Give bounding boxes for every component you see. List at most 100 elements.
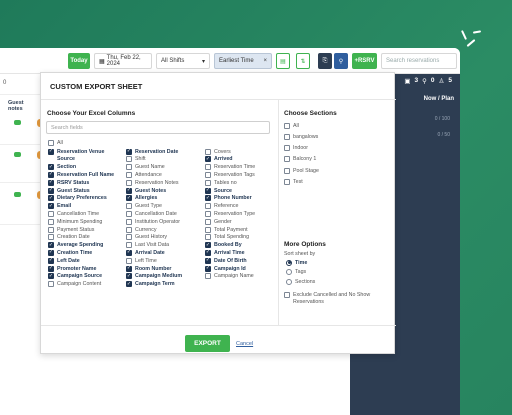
- column-checkbox[interactable]: ✓ Allergies: [126, 195, 157, 202]
- column-checkbox[interactable]: Reservation Type: [205, 210, 255, 217]
- checkmark-icon[interactable]: ✓: [205, 249, 211, 256]
- column-checkbox[interactable]: ✓ Email: [48, 203, 71, 210]
- checkbox[interactable]: [284, 133, 290, 140]
- column-checkbox[interactable]: Cancellation Date: [126, 210, 177, 217]
- column-checkbox[interactable]: Reservation Time: [205, 164, 255, 171]
- checkmark-icon[interactable]: ✓: [48, 195, 54, 202]
- export-button[interactable]: EXPORT: [185, 335, 230, 352]
- column-checkbox[interactable]: ✓ Average Spending: [48, 242, 103, 249]
- column-checkbox[interactable]: Reservation Notes: [126, 179, 179, 186]
- shift-select[interactable]: All Shifts ▾: [156, 53, 210, 69]
- checkmark-icon[interactable]: ✓: [205, 187, 211, 194]
- column-checkbox[interactable]: Creation Date: [48, 234, 90, 241]
- column-checkbox[interactable]: Guest History: [126, 234, 167, 241]
- column-checkbox[interactable]: ✓ Arrival Date: [126, 249, 165, 256]
- column-checkbox[interactable]: ✓ Reservation Venue: [48, 148, 104, 155]
- checkmark-icon[interactable]: ✓: [48, 171, 54, 178]
- column-checkbox[interactable]: ✓ Room Number: [126, 265, 172, 272]
- checkbox[interactable]: [205, 234, 211, 241]
- checkbox[interactable]: [126, 234, 132, 241]
- checkmark-icon[interactable]: ✓: [126, 249, 132, 256]
- checkmark-icon[interactable]: ✓: [48, 187, 54, 194]
- checkbox[interactable]: [48, 234, 54, 241]
- checkmark-icon[interactable]: ✓: [205, 156, 211, 163]
- column-checkbox[interactable]: Payment Status: [48, 226, 94, 233]
- checkbox[interactable]: [126, 218, 132, 225]
- checkmark-icon[interactable]: ✓: [48, 203, 54, 210]
- chat-icon[interactable]: ▤: [276, 53, 290, 69]
- checkmark-icon[interactable]: ✓: [126, 265, 132, 272]
- column-checkbox[interactable]: Reservation Tags: [205, 171, 255, 178]
- export-icon[interactable]: ⎘: [318, 53, 332, 69]
- note-icon[interactable]: [14, 152, 21, 157]
- checkbox[interactable]: [126, 164, 132, 171]
- column-checkbox[interactable]: ✓ Promoter Name: [48, 265, 96, 272]
- column-checkbox[interactable]: Last Visit Data: [126, 242, 169, 249]
- column-checkbox[interactable]: ✓ Reservation Date: [126, 148, 178, 155]
- checkbox[interactable]: [48, 139, 54, 146]
- checkbox[interactable]: [126, 257, 132, 264]
- checkbox[interactable]: [126, 156, 132, 163]
- checkbox[interactable]: [284, 156, 290, 163]
- column-checkbox[interactable]: Gender: [205, 218, 232, 225]
- column-checkbox[interactable]: Shift: [126, 156, 146, 163]
- checkmark-icon[interactable]: ✓: [48, 249, 54, 256]
- cancel-link[interactable]: Cancel: [236, 341, 253, 347]
- column-checkbox[interactable]: Minimum Spending: [48, 218, 102, 225]
- checkbox[interactable]: [48, 210, 54, 217]
- column-checkbox[interactable]: ✓ Dietary Preferences: [48, 195, 107, 202]
- note-icon[interactable]: [14, 192, 21, 197]
- date-picker[interactable]: ▦ Thu, Feb 22, 2024: [94, 53, 152, 69]
- checkmark-icon[interactable]: ✓: [48, 265, 54, 272]
- column-checkbox[interactable]: Total Spending: [205, 234, 249, 241]
- checkbox[interactable]: [284, 145, 290, 152]
- checkbox[interactable]: [205, 148, 211, 155]
- checkbox[interactable]: [205, 164, 211, 171]
- section-checkbox[interactable]: All: [284, 122, 299, 129]
- field-search-input[interactable]: Search fields: [46, 121, 270, 134]
- column-checkbox[interactable]: ✓ Section: [48, 164, 76, 171]
- checkbox[interactable]: [205, 218, 211, 225]
- close-icon[interactable]: ×: [263, 58, 267, 64]
- checkbox[interactable]: [48, 226, 54, 233]
- checkbox[interactable]: [205, 226, 211, 233]
- checkmark-icon[interactable]: ✓: [205, 195, 211, 202]
- checkbox[interactable]: [48, 281, 54, 288]
- column-checkbox[interactable]: Attendance: [126, 171, 162, 178]
- checkmark-icon[interactable]: ✓: [205, 265, 211, 272]
- column-checkbox[interactable]: Guest Type: [126, 203, 162, 210]
- checkbox[interactable]: [205, 171, 211, 178]
- checkmark-icon[interactable]: ✓: [205, 257, 211, 264]
- column-checkbox[interactable]: Reference: [205, 203, 238, 210]
- checkmark-icon[interactable]: ✓: [126, 148, 132, 155]
- checkmark-icon[interactable]: ✓: [48, 242, 54, 249]
- column-checkbox[interactable]: ✓ Guest Status: [48, 187, 90, 194]
- checkbox[interactable]: [126, 179, 132, 186]
- column-checkbox[interactable]: ✓ Arrived: [205, 156, 233, 163]
- checkbox[interactable]: [205, 210, 211, 217]
- column-checkbox[interactable]: ✓ Date Of Birth: [205, 257, 247, 264]
- checkmark-icon[interactable]: ✓: [48, 273, 54, 280]
- section-checkbox[interactable]: Indoor: [284, 145, 308, 152]
- column-checkbox[interactable]: ✓ Phone Number: [205, 195, 252, 202]
- column-checkbox[interactable]: Campaign Name: [205, 273, 254, 280]
- checkmark-icon[interactable]: ✓: [126, 273, 132, 280]
- column-checkbox[interactable]: Tables no: [205, 179, 237, 186]
- checkbox[interactable]: [126, 203, 132, 210]
- filter-icon[interactable]: ⇅: [296, 53, 310, 69]
- column-checkbox[interactable]: ✓ Creation Time: [48, 249, 92, 256]
- search-input[interactable]: Search reservations: [381, 53, 457, 69]
- exclude-cancelled-checkbox[interactable]: Exclude Cancelled and No Show Reservatio…: [284, 292, 370, 306]
- checkbox[interactable]: [284, 292, 290, 298]
- checkbox[interactable]: [126, 210, 132, 217]
- column-checkbox[interactable]: ✓ RSRV Status: [48, 179, 89, 186]
- checkmark-icon[interactable]: ✓: [48, 179, 54, 186]
- checkbox[interactable]: [284, 122, 290, 129]
- column-checkbox[interactable]: ✓ Campaign Id: [205, 265, 246, 272]
- section-checkbox[interactable]: Test: [284, 179, 303, 186]
- column-checkbox[interactable]: Total Payment: [205, 226, 248, 233]
- section-checkbox[interactable]: Pool Stage: [284, 167, 319, 174]
- radio-button[interactable]: [286, 278, 292, 285]
- column-checkbox[interactable]: ✓ Campaign Term: [126, 281, 175, 288]
- section-checkbox[interactable]: bangalows: [284, 133, 318, 140]
